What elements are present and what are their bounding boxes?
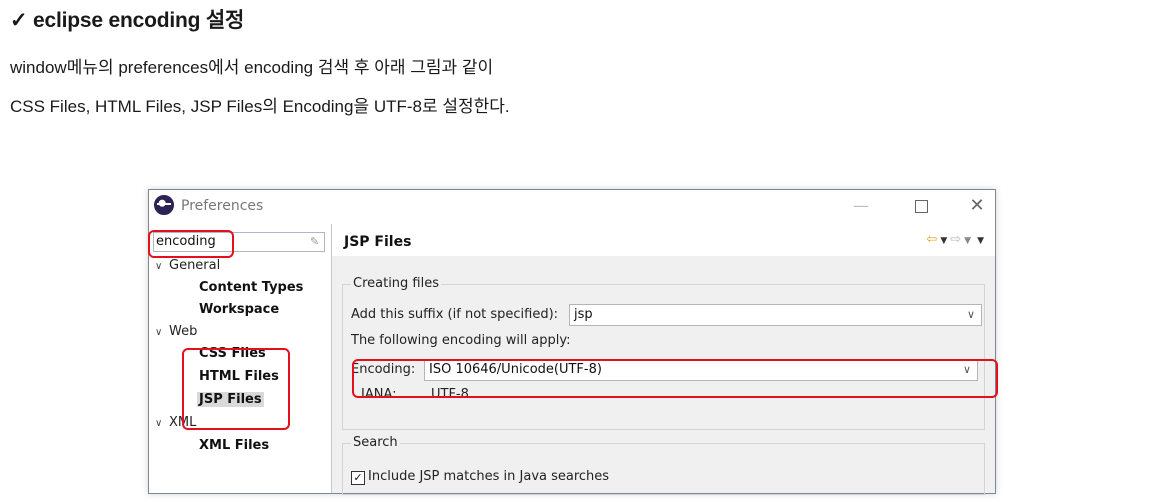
maximize-button[interactable] <box>901 192 941 220</box>
encoding-note: The following encoding will apply: <box>351 333 571 348</box>
doc-line-2: CSS Files, HTML Files, JSP Files의 Encodi… <box>10 97 510 116</box>
chevron-down-icon[interactable]: ∨ <box>155 327 169 338</box>
close-button[interactable]: ✕ <box>957 192 997 220</box>
clear-filter-icon[interactable]: ✎ <box>310 236 320 248</box>
highlight-encoding <box>352 359 998 398</box>
back-arrow-icon[interactable]: ⇦ <box>926 232 937 247</box>
tree-node-general[interactable]: ∨ General <box>155 258 220 273</box>
preferences-window: Preferences — ✕ encoding ✎ ∨ General Cont… <box>148 189 996 495</box>
view-menu-icon[interactable]: ▼ <box>977 236 984 246</box>
eclipse-icon <box>154 195 174 215</box>
maximize-icon <box>914 200 928 213</box>
chevron-down-icon[interactable]: ∨ <box>155 261 169 272</box>
page-header: JSP Files ⇦ ▼ ⇨ ▼ ▼ <box>332 224 995 256</box>
tree-node-web[interactable]: ∨ Web <box>155 324 197 339</box>
group-label: Search <box>351 435 400 450</box>
minimize-button[interactable]: — <box>841 192 881 220</box>
group-label: Creating files <box>351 276 442 291</box>
highlight-filter <box>148 230 234 258</box>
chevron-down-icon[interactable]: ▼ <box>964 236 971 246</box>
chevron-down-icon[interactable]: ∨ <box>155 418 169 429</box>
include-jsp-label: Include JSP matches in Java searches <box>368 469 610 484</box>
highlight-web-files <box>182 348 290 430</box>
doc-heading: ✓ eclipse encoding 설정 <box>10 9 245 32</box>
chevron-down-icon: ∨ <box>966 308 975 321</box>
suffix-label: Add this suffix (if not specified): <box>351 307 559 322</box>
tree-node-label: Web <box>169 324 198 339</box>
tree-item-content-types[interactable]: Content Types <box>199 280 303 295</box>
window-title: Preferences <box>181 198 264 214</box>
tree-item-workspace[interactable]: Workspace <box>199 302 279 317</box>
forward-arrow-icon[interactable]: ⇨ <box>950 232 961 247</box>
suffix-value: jsp <box>574 307 593 322</box>
doc-line-1: window메뉴의 preferences에서 encoding 검색 후 아래… <box>10 58 494 77</box>
tree-item-xml-files[interactable]: XML Files <box>199 438 269 453</box>
history-nav: ⇦ ▼ ⇨ ▼ ▼ <box>926 232 987 247</box>
creating-files-group: Creating files Add this suffix (if not s… <box>342 276 985 430</box>
suffix-select[interactable]: jsp ∨ <box>569 304 982 326</box>
title-bar: Preferences — ✕ <box>149 190 995 224</box>
page-title: JSP Files <box>344 234 412 250</box>
search-group: Search ✓ Include JSP matches in Java sea… <box>342 435 985 495</box>
include-jsp-checkbox[interactable]: ✓ <box>351 471 365 485</box>
chevron-down-icon[interactable]: ▼ <box>940 236 947 246</box>
tree-node-label: General <box>169 258 221 273</box>
